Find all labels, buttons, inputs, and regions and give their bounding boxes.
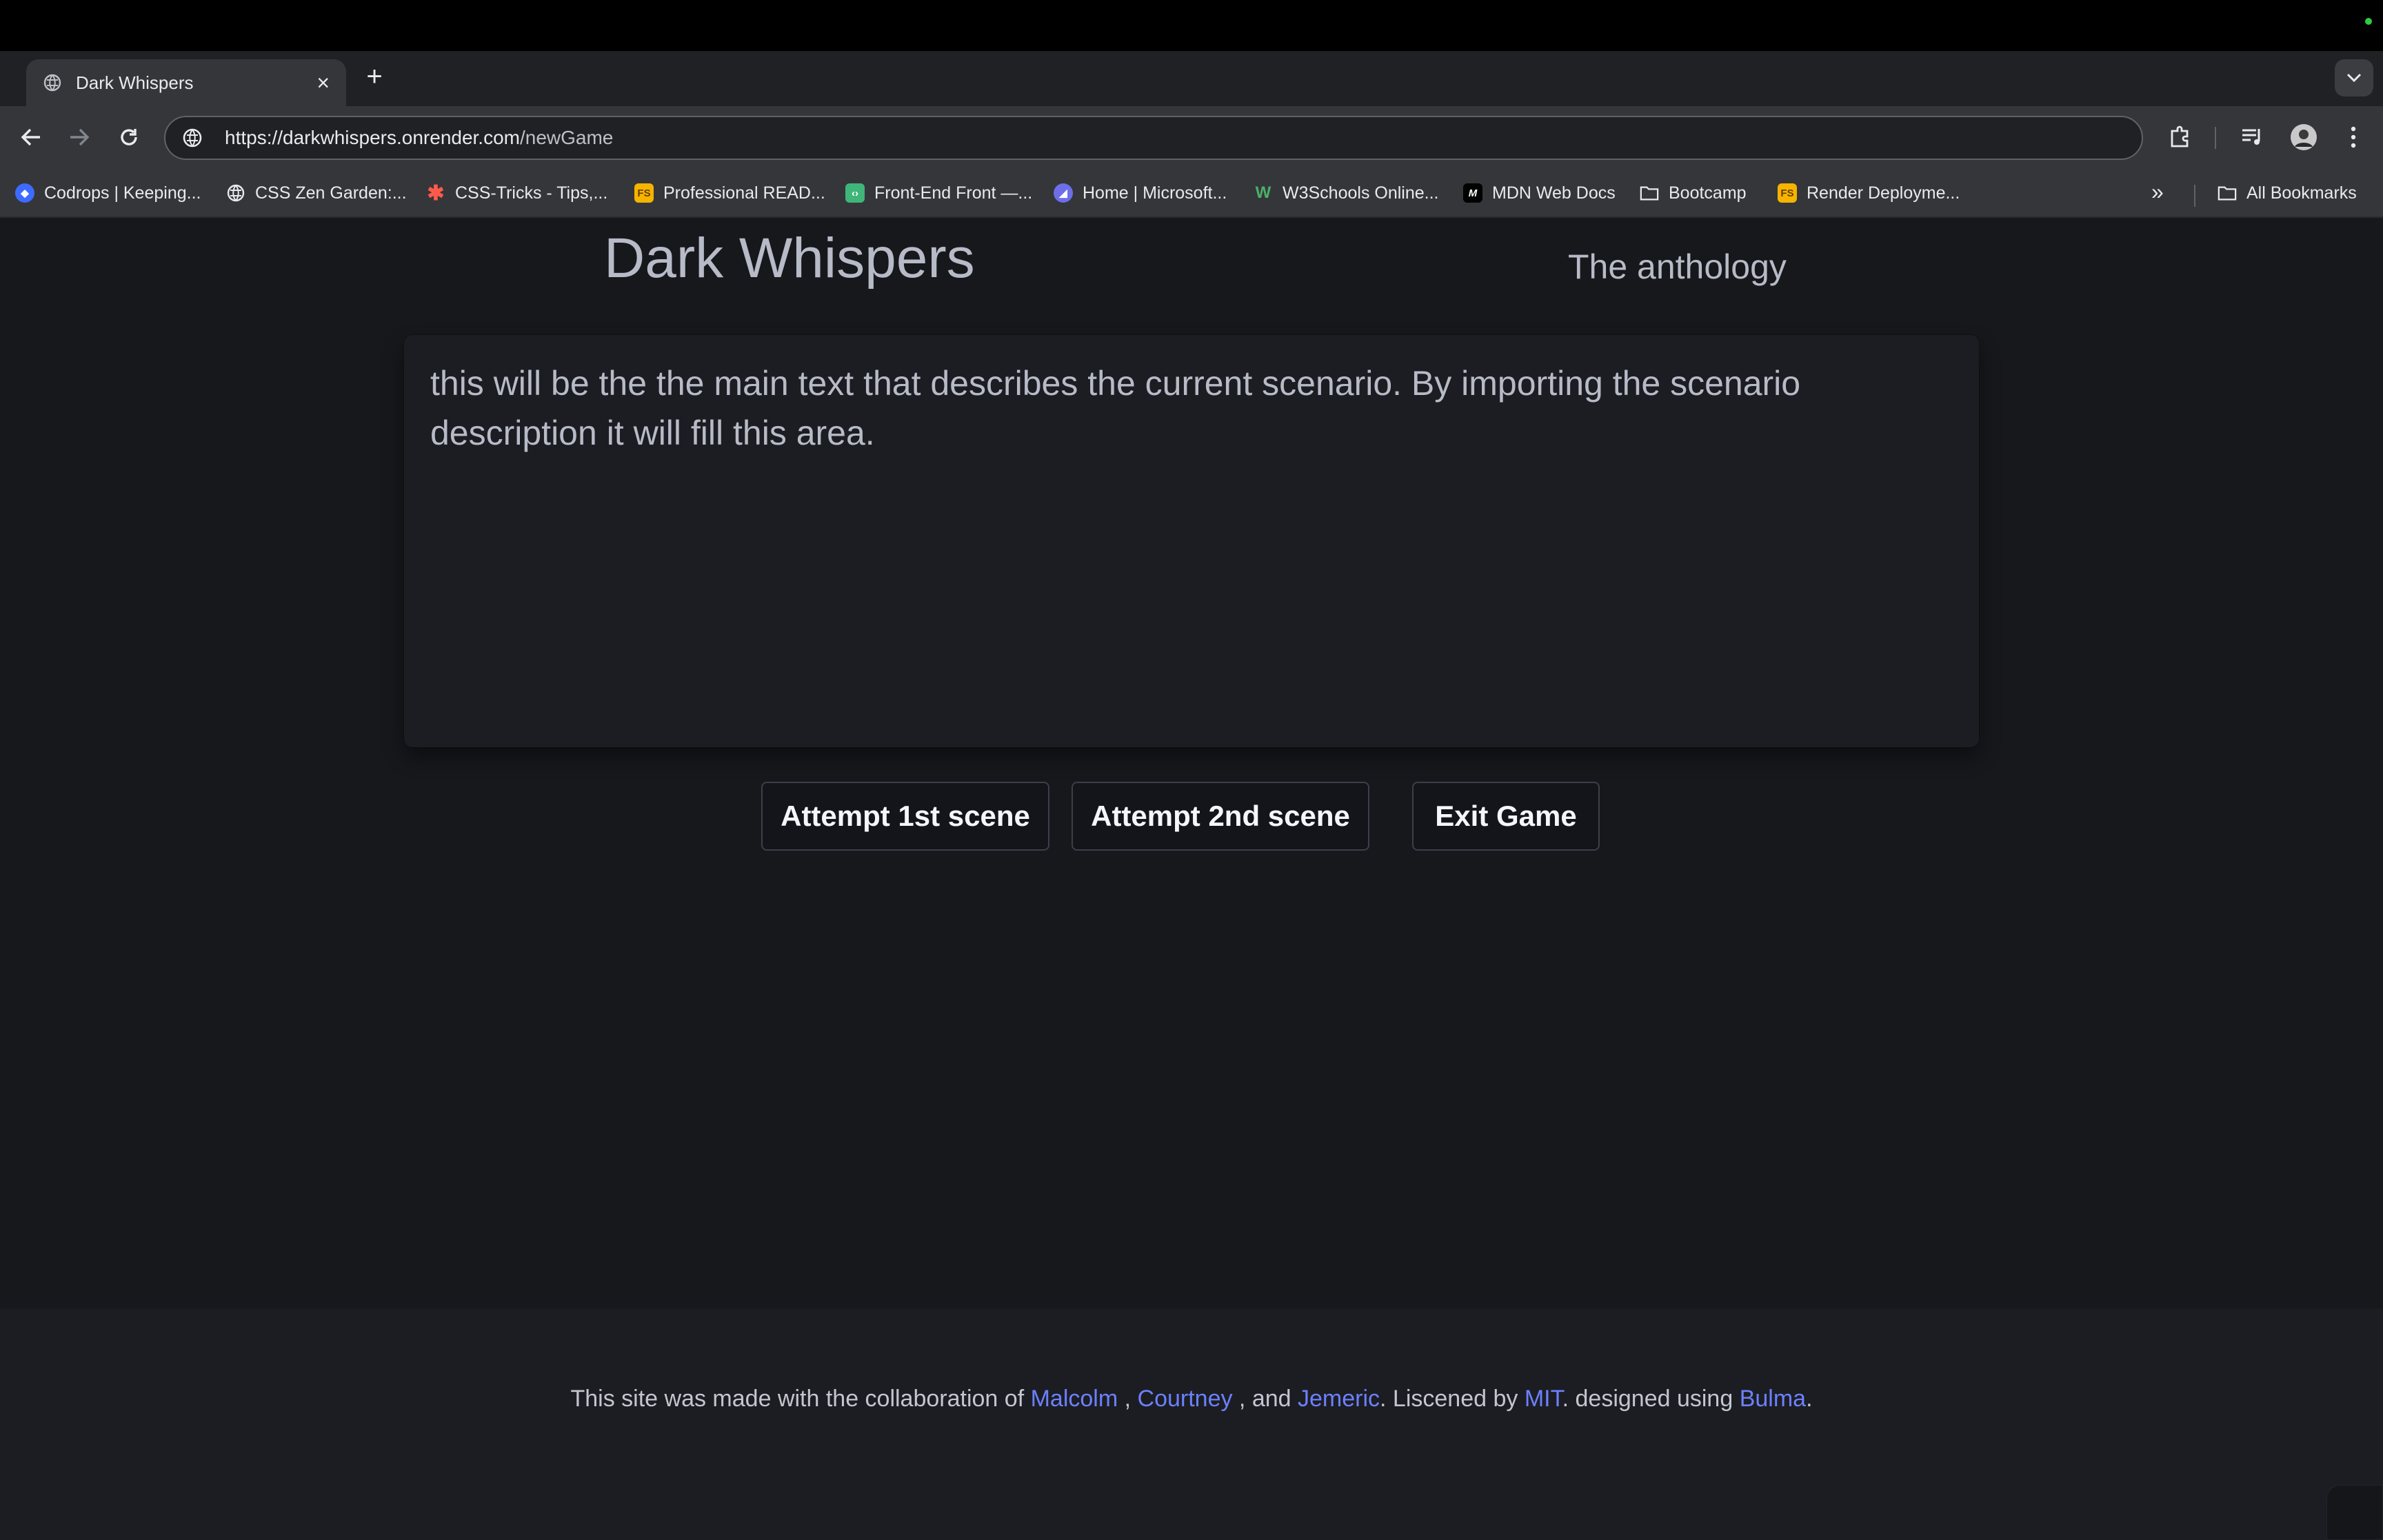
bookmark-codrops[interactable]: ◆ Codrops | Keeping... [15,179,201,207]
microsoft-icon: ◢ [1054,183,1073,203]
footer-text: . Liscened by [1380,1386,1525,1412]
bookmark-label: CSS Zen Garden:... [255,183,407,203]
globe-icon [43,73,62,92]
attempt-1st-scene-button[interactable]: Attempt 1st scene [761,782,1049,851]
browser-toolbar: https://darkwhispers.onrender.com/newGam… [0,106,2383,168]
frontend-icon: ‹› [845,183,865,203]
bookmark-mdn[interactable]: M MDN Web Docs [1463,179,1616,207]
back-button[interactable] [15,121,47,153]
codrops-icon: ◆ [15,183,34,203]
css-tricks-icon: ✱ [427,181,445,205]
bookmark-label: CSS-Tricks - Tips,... [455,183,608,203]
all-bookmarks-label: All Bookmarks [2246,183,2357,203]
bookmark-professional-readme[interactable]: FS Professional READ... [634,179,825,207]
folder-icon [1640,183,1659,203]
site-title: Dark Whispers [604,227,975,290]
attempt-2nd-scene-button[interactable]: Attempt 2nd scene [1072,782,1369,851]
tab-dark-whispers[interactable]: Dark Whispers × [26,59,346,106]
bookmark-label: Render Deployme... [1807,183,1960,203]
corner-widget [2326,1485,2383,1540]
fs-icon: FS [634,183,654,203]
mit-license-link[interactable]: MIT [1525,1386,1562,1412]
exit-game-button[interactable]: Exit Game [1412,782,1600,851]
arrow-left-icon [21,128,40,146]
extensions-icon[interactable] [2162,120,2197,154]
profile-avatar[interactable] [2286,120,2321,154]
site-subtitle: The anthology [1568,247,1787,286]
tab-title: Dark Whispers [76,72,194,93]
reload-button[interactable] [113,121,145,153]
bookmark-label: Bootcamp [1669,183,1747,203]
jemeric-link[interactable]: Jemeric [1298,1386,1380,1412]
bookmark-front-end-front[interactable]: ‹› Front-End Front —... [845,179,1032,207]
bookmark-css-tricks[interactable]: ✱ CSS-Tricks - Tips,... [426,179,607,207]
fs-icon: FS [1778,183,1797,203]
bookmarks-divider [2194,185,2195,207]
bookmark-w3schools[interactable]: W W3Schools Online... [1254,179,1439,207]
malcolm-link[interactable]: Malcolm [1031,1386,1118,1412]
url-host: https://darkwhispers.onrender.com [225,127,520,148]
footer-text: This site was made with the collaboratio… [570,1386,1031,1412]
bookmark-render-deployment[interactable]: FS Render Deployme... [1778,179,1960,207]
address-bar[interactable]: https://darkwhispers.onrender.com/newGam… [164,116,2143,160]
bookmark-label: W3Schools Online... [1283,183,1439,203]
site-info-icon[interactable] [181,126,204,150]
folder-icon [2218,183,2237,203]
bookmark-label: Front-End Front —... [874,183,1033,203]
footer-credits: This site was made with the collaboratio… [0,1386,2383,1412]
globe-icon [226,183,245,203]
bookmark-microsoft[interactable]: ◢ Home | Microsoft... [1054,179,1227,207]
bulma-link[interactable]: Bulma [1740,1386,1806,1412]
reload-icon [121,129,137,145]
bookmark-folder-bootcamp[interactable]: Bootcamp [1640,179,1747,207]
bookmark-css-zen-garden[interactable]: CSS Zen Garden:... [226,179,407,207]
status-dot-icon [2365,18,2372,25]
bookmarks-bar: ◆ Codrops | Keeping... CSS Zen Garden:..… [0,168,2383,218]
media-controls-icon[interactable] [2235,120,2270,154]
os-top-bar [0,0,2383,51]
chevron-down-icon [2346,73,2362,83]
close-tab-icon[interactable]: × [316,72,330,94]
new-tab-icon[interactable]: + [363,63,386,90]
all-bookmarks-button[interactable]: All Bookmarks [2218,179,2357,207]
bookmark-label: Home | Microsoft... [1083,183,1227,203]
footer: This site was made with the collaboratio… [0,1308,2383,1540]
courtney-link[interactable]: Courtney [1138,1386,1233,1412]
bookmark-label: MDN Web Docs [1492,183,1616,203]
url-text: https://darkwhispers.onrender.com/newGam… [225,127,613,149]
more-menu-icon[interactable] [2336,120,2371,154]
arrow-right-icon [70,128,90,146]
forward-button[interactable] [63,121,95,153]
scenario-text: this will be the the main text that desc… [430,364,1801,452]
footer-text: . designed using [1562,1386,1740,1412]
mdn-icon: M [1463,183,1482,203]
tab-strip: Dark Whispers × + [0,51,2383,106]
more-bookmarks-icon[interactable]: » [2151,179,2164,205]
url-path: /newGame [519,127,614,148]
footer-text: , and [1232,1386,1298,1412]
footer-text: . [1806,1386,1813,1412]
w3schools-icon: W [1255,183,1271,202]
tab-search-button[interactable] [2335,59,2373,97]
footer-text: , [1118,1386,1138,1412]
bookmark-label: Professional READ... [663,183,825,203]
scenario-box: this will be the the main text that desc… [404,335,1979,747]
bookmark-label: Codrops | Keeping... [44,183,201,203]
toolbar-divider [2215,127,2216,149]
page-content: Dark Whispers The anthology this will be… [0,218,2383,1540]
